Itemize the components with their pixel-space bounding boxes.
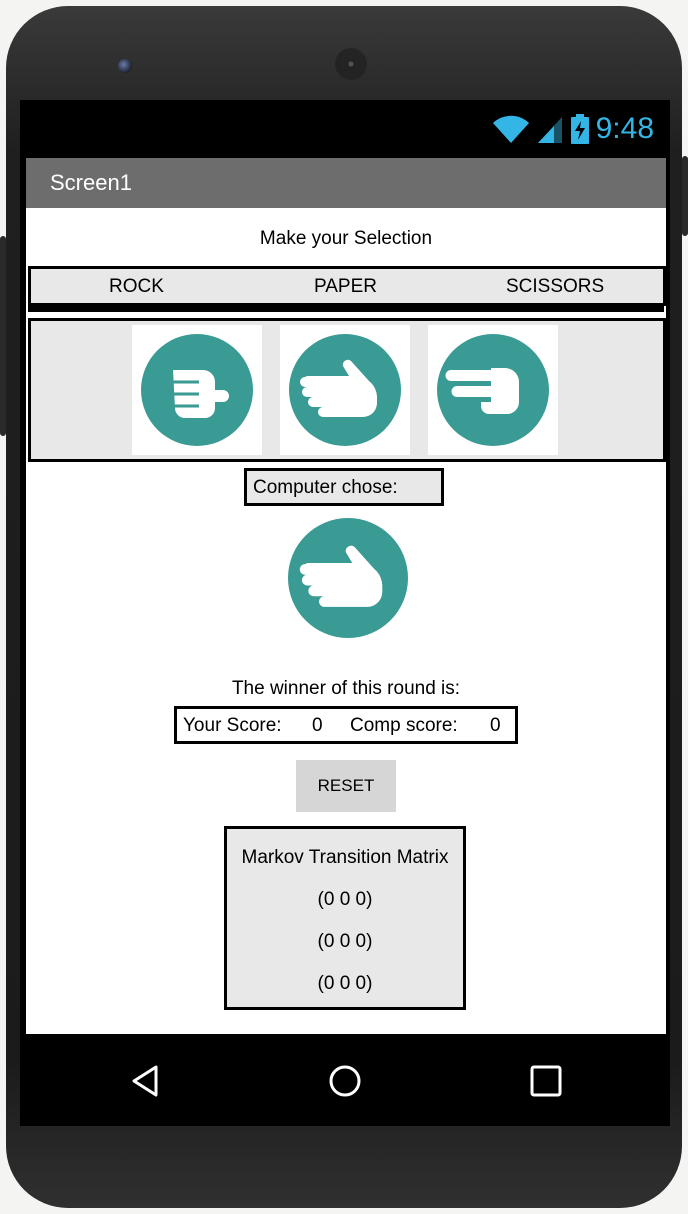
score-box: Your Score: 0 Comp score: 0 xyxy=(174,706,518,744)
volume-button xyxy=(0,236,6,436)
markov-row: (0 0 0) xyxy=(317,931,373,952)
comp-score-label: Comp score: xyxy=(350,715,458,736)
app-content: Make your Selection ROCK PAPER SCISSORS xyxy=(26,208,666,1034)
rock-label: ROCK xyxy=(109,276,164,297)
markov-row: (0 0 0) xyxy=(317,889,373,910)
scissors-label: SCISSORS xyxy=(506,276,605,297)
computer-choice-image xyxy=(288,518,408,643)
choice-image-row xyxy=(28,318,666,462)
your-score-label: Your Score: xyxy=(183,715,282,736)
app-title-bar: Screen1 xyxy=(26,158,666,208)
paper-hand-icon xyxy=(289,334,401,446)
reset-button[interactable]: RESET xyxy=(296,760,396,812)
phone-frame: 9:48 Screen1 Make your Selection ROCK PA… xyxy=(0,6,688,1208)
rock-button[interactable] xyxy=(132,325,262,455)
battery-charging-icon xyxy=(570,114,589,144)
markov-title: Markov Transition Matrix xyxy=(241,847,449,868)
home-icon[interactable] xyxy=(328,1064,362,1098)
markov-row: (0 0 0) xyxy=(317,973,373,994)
comp-score-value: 0 xyxy=(490,715,501,736)
markov-matrix-box: Markov Transition Matrix (0 0 0) (0 0 0)… xyxy=(224,826,466,1010)
wifi-icon xyxy=(492,115,529,143)
recents-icon[interactable] xyxy=(529,1064,563,1098)
navigation-bar xyxy=(20,1034,670,1126)
choice-label-row: ROCK PAPER SCISSORS xyxy=(28,266,666,306)
divider xyxy=(28,306,664,312)
paper-label: PAPER xyxy=(314,276,378,297)
computer-chose-box: Computer chose: xyxy=(244,468,444,506)
back-icon[interactable] xyxy=(130,1064,160,1098)
paper-button[interactable] xyxy=(280,325,410,455)
device-screen: 9:48 Screen1 Make your Selection ROCK PA… xyxy=(20,100,670,1126)
signal-icon xyxy=(537,117,562,143)
your-score-value: 0 xyxy=(312,715,323,736)
scissors-button[interactable] xyxy=(428,325,558,455)
front-camera xyxy=(118,59,132,73)
app-title: Screen1 xyxy=(50,170,132,195)
earpiece-speaker xyxy=(335,48,367,80)
winner-label: The winner of this round is: xyxy=(231,678,461,699)
power-button xyxy=(682,156,688,236)
paper-hand-icon xyxy=(288,518,408,638)
scissors-hand-icon xyxy=(437,334,549,446)
rock-hand-icon xyxy=(141,334,253,446)
status-bar: 9:48 xyxy=(20,100,670,158)
selection-heading: Make your Selection xyxy=(259,228,433,249)
clock: 9:48 xyxy=(595,112,654,145)
computer-chose-label: Computer chose: xyxy=(253,477,398,498)
